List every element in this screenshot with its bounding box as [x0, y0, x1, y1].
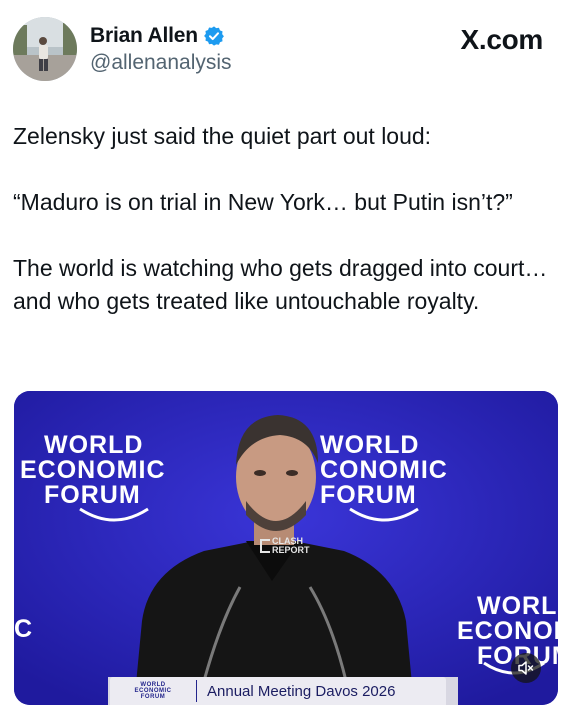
tweet-paragraph: Zelensky just said the quiet part out lo…: [13, 123, 432, 149]
author-handle[interactable]: @allenanalysis: [90, 51, 232, 75]
wef-logo-line: FORUM: [457, 644, 558, 669]
wef-logo-line: C: [14, 615, 34, 643]
mute-button[interactable]: [511, 653, 541, 683]
wef-logo-line: WORLD: [320, 431, 420, 459]
clash-report-watermark: CLASH REPORT: [260, 537, 310, 555]
verified-badge-icon: [203, 26, 224, 46]
wef-logo-line: FORUM: [44, 481, 141, 509]
wef-logo-backdrop: WORLD ECONOMIC FORUM: [20, 433, 166, 508]
author-display-name[interactable]: Brian Allen: [90, 24, 198, 48]
tweet-text: Zelensky just said the quiet part out lo…: [13, 120, 561, 318]
wef-logo-line: ECONOM: [457, 617, 558, 645]
watermark-line: REPORT: [272, 545, 310, 555]
wef-logo-backdrop: WORLD CONOMIC FORUM: [320, 433, 448, 508]
video-player[interactable]: WORLD ECONOMIC FORUM WORLD CONOMIC FORUM…: [14, 391, 558, 705]
site-label: X.com: [460, 24, 543, 55]
wef-logo-line: ECONOMIC: [20, 456, 166, 484]
tweet-header: Brian Allen @allenanalysis X.com: [0, 0, 572, 100]
avatar-photo: [13, 17, 77, 81]
avatar[interactable]: [13, 17, 77, 81]
watermark-mark-icon: [260, 539, 270, 553]
lower-third-text: Annual Meeting Davos 2026: [207, 682, 396, 700]
lower-third-wef-logo: WORLD ECONOMIC FORUM: [110, 680, 197, 702]
lower-third-caption: WORLD ECONOMIC FORUM Annual Meeting Davo…: [110, 677, 446, 705]
wef-logo-line: FORUM: [320, 481, 417, 509]
lower-third-logo-line: FORUM: [140, 694, 166, 700]
tweet-paragraph: The world is watching who gets dragged i…: [13, 255, 548, 314]
author-name-row: Brian Allen: [90, 24, 225, 48]
wef-logo-backdrop: WORLD ECONOM FORUM: [457, 594, 558, 669]
wef-logo-backdrop: C: [14, 617, 33, 642]
wef-logo-line: WORLD: [44, 431, 144, 459]
speaker-muted-icon: [518, 661, 534, 675]
wef-logo-line: WORLD: [477, 592, 558, 620]
wef-logo-line: CONOMIC: [320, 456, 448, 484]
tweet-paragraph: “Maduro is on trial in New York… but Put…: [13, 189, 513, 215]
